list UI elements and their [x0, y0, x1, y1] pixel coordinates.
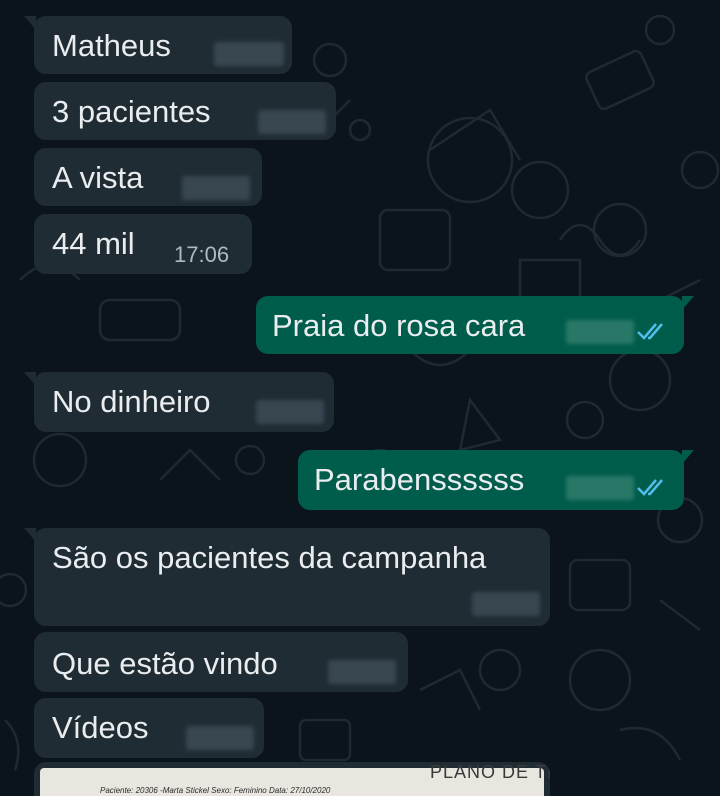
message-bubble-incoming[interactable]: A vista [34, 148, 262, 206]
bubble-tail [24, 16, 36, 30]
message-text: A vista [52, 160, 144, 195]
redacted-timestamp [566, 476, 634, 500]
document-patient-line: Paciente: 20306 -Marta Stickel Sexo: Fem… [100, 786, 331, 795]
redacted-timestamp [256, 400, 324, 424]
message-text: São os pacientes da campanha [52, 540, 487, 575]
message-bubble-incoming[interactable]: Matheus [24, 16, 292, 74]
bubble-tail [24, 372, 36, 386]
bubble-tail [682, 450, 694, 464]
read-ticks-icon [637, 323, 663, 340]
redacted-timestamp [186, 726, 254, 750]
image-attachment-preview[interactable]: PLANO DE TI Paciente: 20306 -Marta Stick… [34, 762, 550, 796]
message-text: 3 pacientes [52, 94, 211, 129]
bubble-tail [24, 528, 36, 542]
message-bubble-incoming[interactable]: Que estão vindo [34, 632, 408, 692]
redacted-timestamp [566, 320, 634, 344]
message-text: Parabenssssss [314, 462, 525, 497]
redacted-timestamp [182, 176, 250, 200]
redacted-timestamp [258, 110, 326, 134]
document-image: PLANO DE TI Paciente: 20306 -Marta Stick… [40, 762, 550, 796]
message-timestamp: 17:06 [174, 242, 230, 267]
redacted-timestamp [472, 592, 540, 616]
message-bubble-incoming[interactable]: 44 mil 17:06 [34, 214, 252, 274]
message-text: 44 mil [52, 226, 135, 261]
message-text: Vídeos [52, 710, 149, 745]
message-bubble-outgoing[interactable]: Parabenssssss [298, 450, 694, 510]
message-bubble-incoming[interactable]: 3 pacientes [34, 82, 336, 140]
message-text: Matheus [52, 28, 171, 63]
read-ticks-icon [637, 479, 663, 496]
redacted-timestamp [214, 42, 284, 66]
bubble-tail [682, 296, 694, 310]
message-bubble-incoming[interactable]: Vídeos [34, 698, 264, 758]
document-title: PLANO DE TI [430, 762, 550, 782]
redacted-timestamp [328, 660, 396, 684]
message-text: Praia do rosa cara [272, 308, 526, 343]
message-bubble-incoming[interactable]: No dinheiro [24, 372, 334, 432]
message-bubble-incoming[interactable]: São os pacientes da campanha [24, 528, 550, 626]
message-bubble-outgoing[interactable]: Praia do rosa cara [256, 296, 694, 354]
message-text: No dinheiro [52, 384, 211, 419]
message-text: Que estão vindo [52, 646, 278, 681]
